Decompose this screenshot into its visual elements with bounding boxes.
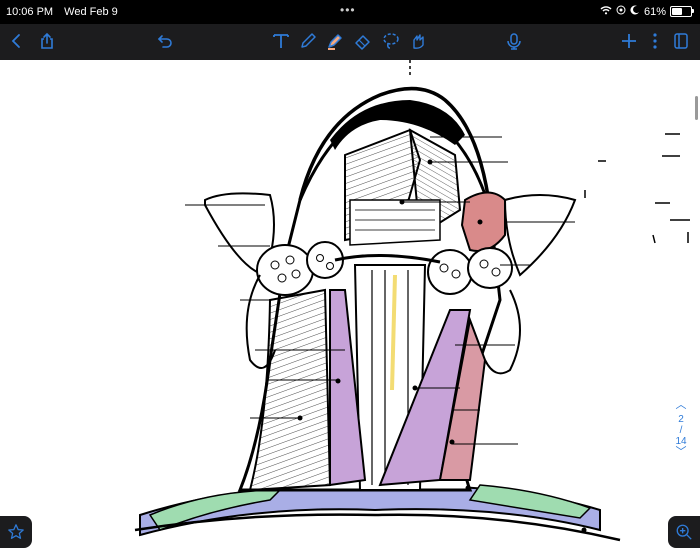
ear-right — [503, 194, 577, 277]
microphone-icon — [507, 33, 521, 50]
pages-button[interactable] — [670, 30, 692, 52]
pen-tool-icon — [301, 33, 316, 48]
microphone-button[interactable] — [503, 30, 525, 52]
page-up-chevron-icon[interactable]: ︿ — [668, 400, 694, 414]
submandibular-gland — [460, 191, 506, 252]
battery-level-fill — [672, 8, 682, 15]
toolbar — [0, 24, 700, 60]
zoom-button[interactable] — [668, 516, 700, 548]
undo-icon — [157, 35, 172, 48]
page-down-chevron-icon[interactable]: ﹀ — [668, 447, 694, 461]
lasso-tool-icon — [383, 33, 399, 49]
status-time-date: 10:06 PM Wed Feb 9 — [6, 6, 126, 18]
zoom-in-icon — [676, 524, 692, 540]
status-time: 10:06 PM — [6, 6, 54, 18]
battery-percent: 61% — [643, 5, 666, 18]
location-icon — [616, 5, 626, 18]
favorite-button[interactable] — [0, 516, 32, 548]
add-icon — [622, 34, 636, 48]
eraser-tool-button[interactable] — [352, 30, 374, 52]
status-date: Wed Feb 9 — [64, 6, 118, 18]
moon-icon — [630, 5, 640, 18]
status-bar: 10:06 PM Wed Feb 9 ••• 61% — [0, 0, 700, 24]
share-button[interactable] — [36, 30, 58, 52]
label-dot — [581, 527, 587, 533]
current-page: 2 — [678, 414, 684, 425]
share-icon — [41, 32, 53, 49]
page-navigator: ︿ 2 / 14 ﹀ — [668, 400, 694, 461]
back-icon — [11, 34, 20, 48]
label-dot — [477, 219, 483, 225]
label-dot — [465, 485, 471, 491]
pen-tool-button[interactable] — [297, 30, 319, 52]
eraser-tool-icon — [355, 35, 370, 50]
text-tool-button[interactable] — [270, 30, 292, 52]
battery-icon — [670, 6, 694, 17]
margin-marks — [584, 133, 690, 244]
neck-anatomy-drawing — [134, 60, 690, 542]
add-button[interactable] — [618, 30, 640, 52]
text-tool-icon — [273, 34, 289, 48]
pages-icon — [674, 33, 688, 49]
scroll-indicator[interactable] — [695, 96, 698, 120]
label-dot — [335, 378, 341, 384]
star-icon — [8, 524, 24, 539]
status-indicators: 61% — [600, 5, 694, 18]
shapes-tool-button[interactable] — [407, 30, 429, 52]
note-canvas[interactable]: ︿ 2 / 14 ﹀ — [0, 60, 700, 550]
back-button[interactable] — [6, 30, 28, 52]
multitasking-dots[interactable]: ••• — [340, 3, 356, 17]
shapes-tool-icon — [413, 34, 424, 49]
highlighter-tool-icon — [328, 34, 342, 50]
undo-button[interactable] — [154, 30, 176, 52]
hyoid-region — [349, 199, 441, 246]
page-separator: / — [679, 425, 683, 436]
wifi-icon — [600, 5, 612, 18]
lasso-tool-button[interactable] — [380, 30, 402, 52]
trapezius-left-hatched — [248, 288, 332, 492]
more-icon — [653, 33, 657, 49]
highlighter-tool-button[interactable] — [324, 30, 346, 52]
more-button[interactable] — [644, 30, 666, 52]
